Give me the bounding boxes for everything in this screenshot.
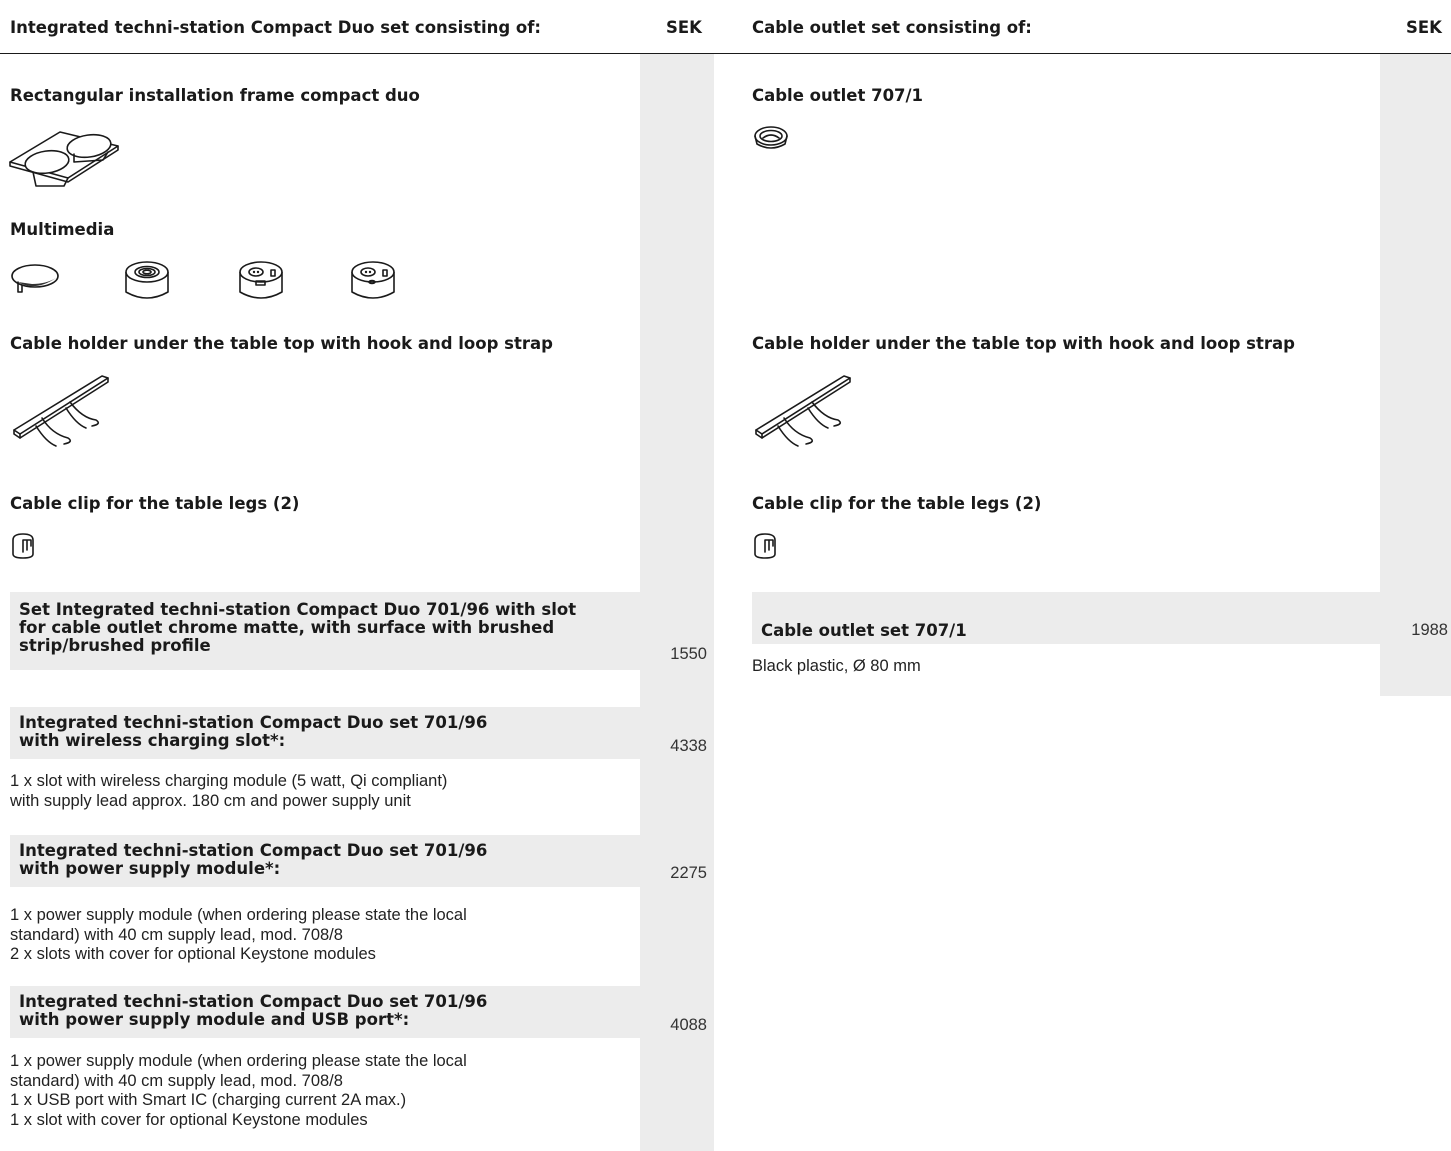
item-4-desc-line-2: standard) with 40 cm supply lead, mod. 7… bbox=[10, 1071, 343, 1090]
item-2-title-line-1: Integrated techni-station Compact Duo se… bbox=[19, 713, 488, 732]
section-multimedia-title: Multimedia bbox=[10, 220, 115, 239]
item-3-title: Integrated techni-station Compact Duo se… bbox=[19, 842, 487, 878]
item-3-desc-line-1: 1 x power supply module (when ordering p… bbox=[10, 906, 467, 924]
item-4-desc-line-1: 1 x power supply module (when ordering p… bbox=[10, 1052, 467, 1070]
left-header-currency: SEK bbox=[666, 18, 702, 37]
item-3-title-line-2: with power supply module*: bbox=[19, 859, 281, 878]
section-outlet-title: Cable outlet 707/1 bbox=[752, 86, 924, 105]
section-cable-holder-title: Cable holder under the table top with ho… bbox=[10, 334, 553, 353]
item-4-desc-line-3: 1 x USB port with Smart IC (charging cur… bbox=[10, 1091, 407, 1109]
item-2-title: Integrated techni-station Compact Duo se… bbox=[19, 714, 487, 750]
item-1-title-line-1: Set Integrated techni-station Compact Du… bbox=[19, 600, 577, 619]
cable-outlet-icon bbox=[754, 126, 788, 149]
cover-lid-icon bbox=[11, 264, 59, 293]
right-item-1-title: Cable outlet set 707/1 bbox=[761, 621, 967, 640]
item-1-price: 1550 bbox=[670, 645, 707, 663]
header-rule bbox=[0, 53, 1451, 54]
cable-clip-icon bbox=[12, 533, 34, 559]
right-cable-clip-icon bbox=[754, 533, 776, 559]
item-4-title: Integrated techni-station Compact Duo se… bbox=[19, 993, 487, 1029]
section-frame-title: Rectangular installation frame compact d… bbox=[10, 86, 420, 105]
item-3-title-line-1: Integrated techni-station Compact Duo se… bbox=[19, 841, 488, 860]
left-header-title: Integrated techni-station Compact Duo se… bbox=[10, 18, 542, 37]
right-section-cable-clip-title: Cable clip for the table legs (2) bbox=[752, 494, 1042, 513]
item-2-description: 1 x slot with wireless charging module (… bbox=[10, 772, 447, 811]
item-1-title: Set Integrated techni-station Compact Du… bbox=[19, 601, 629, 655]
item-2-desc-line-1: 1 x slot with wireless charging module (… bbox=[10, 772, 448, 790]
right-item-1-price: 1988 bbox=[1411, 621, 1448, 639]
item-2-price: 4338 bbox=[670, 737, 707, 755]
right-header-title: Cable outlet set consisting of: bbox=[752, 18, 1032, 37]
right-item-1-description: Black plastic, Ø 80 mm bbox=[752, 657, 921, 675]
item-4-price: 4088 bbox=[670, 1016, 707, 1034]
item-4-description: 1 x power supply module (when ordering p… bbox=[10, 1052, 467, 1130]
right-header-currency: SEK bbox=[1406, 18, 1442, 37]
section-cable-clip-title: Cable clip for the table legs (2) bbox=[10, 494, 300, 513]
item-3-desc-line-3: 2 x slots with cover for optional Keysto… bbox=[10, 945, 376, 963]
item-3-desc-line-2: standard) with 40 cm supply lead, mod. 7… bbox=[10, 925, 343, 944]
item-3-price: 2275 bbox=[670, 864, 707, 882]
power-usb-slot-icon bbox=[351, 261, 395, 299]
right-price-column bbox=[1380, 54, 1451, 696]
right-section-cable-holder-title: Cable holder under the table top with ho… bbox=[752, 334, 1295, 353]
item-1-title-line-2: for cable outlet chrome matte, with surf… bbox=[19, 618, 555, 637]
item-4-title-line-2: with power supply module and USB port*: bbox=[19, 1010, 410, 1029]
cable-holder-icon bbox=[13, 375, 109, 447]
item-2-title-line-2: with wireless charging slot*: bbox=[19, 731, 286, 750]
installation-frame-icon bbox=[9, 131, 119, 187]
wireless-charging-slot-icon bbox=[125, 261, 169, 299]
left-price-column bbox=[640, 54, 714, 1151]
right-cable-holder-icon bbox=[755, 375, 851, 447]
item-2-desc-line-2: with supply lead approx. 180 cm and powe… bbox=[10, 791, 411, 810]
item-3-description: 1 x power supply module (when ordering p… bbox=[10, 906, 467, 965]
item-1-title-line-3: strip/brushed profile bbox=[19, 636, 211, 655]
item-4-desc-line-4: 1 x slot with cover for optional Keyston… bbox=[10, 1110, 368, 1129]
power-supply-slot-icon bbox=[239, 261, 283, 299]
item-4-title-line-1: Integrated techni-station Compact Duo se… bbox=[19, 992, 488, 1011]
